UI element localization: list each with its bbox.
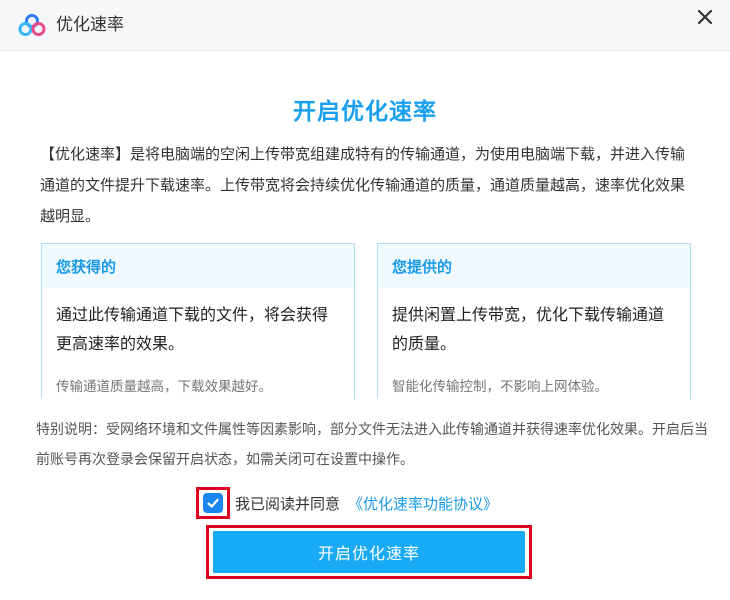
gain-panel-heading: 您获得的 xyxy=(42,244,354,288)
cloud-logo-icon xyxy=(18,14,46,36)
provide-panel-body: 提供闲置上传带宽，优化下载传输通道的质量。 xyxy=(392,305,665,353)
provide-panel-footnote: 智能化传输控制，不影响上网体验。 xyxy=(392,379,608,395)
agree-label: 我已阅读并同意 xyxy=(235,494,341,513)
button-highlight-frame: 开启优化速率 xyxy=(206,525,532,579)
close-icon[interactable] xyxy=(694,6,716,28)
gain-panel-body: 通过此传输通道下载的文件，将会获得更高速率的效果。 xyxy=(56,305,329,353)
agreement-row: 我已阅读并同意 《优化速率功能协议》 xyxy=(196,487,498,519)
agree-checkbox[interactable] xyxy=(203,493,223,513)
checkmark-icon xyxy=(207,498,219,508)
agreement-link[interactable]: 《优化速率功能协议》 xyxy=(348,493,498,514)
gain-panel-footnote: 传输通道质量越高，下载效果越好。 xyxy=(56,379,272,395)
title-bar: 优化速率 xyxy=(0,0,730,51)
page-title: 开启优化速率 xyxy=(293,99,437,125)
intro-text: 【优化速率】是将电脑端的空闲上传带宽组建成特有的传输通道，为使用电脑端下载，并进… xyxy=(40,145,686,225)
gain-panel: 您获得的 通过此传输通道下载的文件，将会获得更高速率的效果。 传输通道质量越高，… xyxy=(41,243,355,399)
window-title: 优化速率 xyxy=(56,15,124,35)
checkbox-highlight-frame xyxy=(196,487,230,519)
provide-panel: 您提供的 提供闲置上传带宽，优化下载传输通道的质量。 智能化传输控制，不影响上网… xyxy=(377,243,691,399)
enable-speedup-button[interactable]: 开启优化速率 xyxy=(213,531,525,573)
provide-panel-heading: 您提供的 xyxy=(378,244,690,288)
special-note: 特别说明：受网络环境和文件属性等因素影响，部分文件无法进入此传输通道并获得速率优… xyxy=(36,422,708,468)
